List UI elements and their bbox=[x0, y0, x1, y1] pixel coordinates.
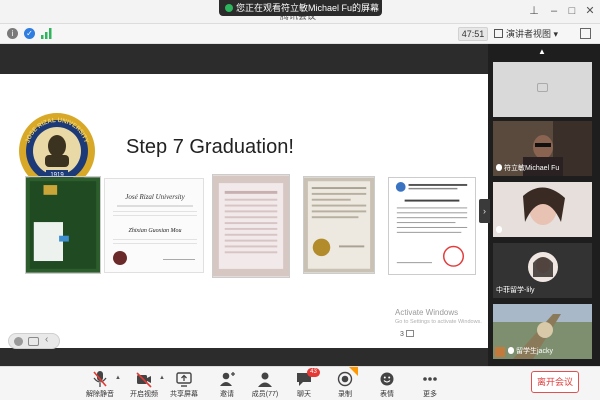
activation-watermark-text: Go to Settings to activate Windows. bbox=[395, 319, 482, 325]
participant-name: 符立敏Michael Fu bbox=[496, 163, 559, 173]
invite-icon bbox=[220, 372, 235, 386]
shared-screen-bottom-band bbox=[0, 348, 488, 366]
mic-icon bbox=[508, 347, 514, 354]
graduate-name: Zhixian Guoxian Mou bbox=[128, 228, 182, 234]
more-label: 更多 bbox=[423, 391, 437, 398]
participant-tile[interactable]: 符立敏Michael Fu bbox=[493, 121, 592, 176]
transcript-photo bbox=[212, 174, 290, 278]
fullscreen-icon[interactable] bbox=[580, 28, 591, 39]
view-label: 演讲者视图 bbox=[506, 29, 552, 39]
unmute-button[interactable]: 解除静音 bbox=[80, 367, 120, 400]
sidebar-collapse-icon[interactable]: ▲ bbox=[538, 47, 546, 56]
emoji-icon bbox=[380, 372, 394, 386]
audio-options-chevron-icon[interactable]: ▲ bbox=[115, 375, 121, 381]
degree-verification-report bbox=[388, 177, 476, 275]
participant-name: 留学生jacky bbox=[508, 346, 553, 356]
chat-unread-badge: 43 bbox=[307, 368, 320, 377]
leave-meeting-button[interactable]: 离开会议 bbox=[531, 371, 579, 393]
shield-icon[interactable]: ✓ bbox=[24, 28, 35, 39]
notes-icon bbox=[405, 330, 414, 337]
screenshot-icon[interactable] bbox=[28, 337, 39, 346]
more-button[interactable]: 更多 bbox=[410, 367, 450, 400]
share-status-icon bbox=[225, 4, 233, 12]
participant-video-feed bbox=[493, 182, 592, 237]
view-switch-button[interactable]: 演讲者视图 ▾ bbox=[494, 27, 558, 41]
annotate-icon[interactable] bbox=[14, 337, 23, 346]
diploma-certificate: José Rizal University Zhixian Guoxian Mo… bbox=[104, 178, 204, 273]
emoji-button[interactable]: 表情 bbox=[367, 367, 407, 400]
mic-icon bbox=[496, 226, 502, 233]
mic-muted-icon bbox=[93, 371, 107, 387]
share-screen-button[interactable]: 共享屏幕 bbox=[164, 367, 204, 400]
annotation-tool-pill[interactable]: ‹ bbox=[8, 333, 60, 349]
members-icon bbox=[258, 372, 272, 387]
mic-icon bbox=[496, 164, 502, 171]
participant-name bbox=[496, 226, 504, 234]
share-screen-icon bbox=[176, 372, 192, 387]
maximize-icon[interactable]: □ bbox=[566, 5, 578, 17]
record-button[interactable]: 录制 bbox=[325, 367, 365, 400]
meeting-toolbar: 解除静音 ▲ 开启视频 ▲ 共享屏幕 邀请 成员(77) 43 聊天 录制 表情… bbox=[0, 366, 600, 400]
screen-share-banner[interactable]: 您正在观看符立敏Michael Fu的屏幕 ··· bbox=[219, 0, 382, 16]
more-icon bbox=[423, 377, 437, 381]
authentication-document-photo bbox=[303, 176, 375, 274]
activation-watermark-title: Activate Windows bbox=[395, 308, 459, 317]
window-title-bar: 腾讯会议 您正在观看符立敏Michael Fu的屏幕 ··· ⊥ – □ ✕ bbox=[0, 0, 600, 24]
diploma-header: José Rizal University bbox=[125, 193, 185, 201]
minimize-icon[interactable]: – bbox=[548, 5, 560, 17]
page-indicator: 3 bbox=[400, 330, 414, 338]
camera-off-icon bbox=[537, 83, 548, 92]
meeting-timer: 47:51 bbox=[458, 27, 488, 41]
participant-tile[interactable] bbox=[493, 182, 592, 237]
share-banner-text: 您正在观看符立敏Michael Fu的屏幕 bbox=[236, 3, 380, 13]
participant-tile[interactable]: 留学生jacky bbox=[493, 304, 592, 359]
participant-name: 中菲留学-lily bbox=[496, 287, 535, 294]
participant-tile[interactable] bbox=[493, 62, 592, 117]
camera-off-icon bbox=[136, 372, 152, 388]
diploma-folder-photo bbox=[25, 176, 101, 274]
new-feature-corner-icon bbox=[349, 367, 358, 376]
more-icon[interactable]: ··· bbox=[367, 0, 376, 16]
participant-tile[interactable]: 中菲留学-lily bbox=[493, 243, 592, 298]
slide-title: Step 7 Graduation! bbox=[126, 136, 294, 158]
participant-thumb bbox=[495, 347, 505, 357]
chat-button[interactable]: 43 聊天 bbox=[284, 367, 324, 400]
signal-icon[interactable] bbox=[41, 28, 53, 39]
collapse-sidebar-button[interactable]: › bbox=[479, 199, 490, 223]
collapse-left-icon[interactable]: ‹ bbox=[45, 334, 48, 345]
page-number: 3 bbox=[400, 331, 404, 338]
diploma-seal-icon bbox=[113, 251, 127, 265]
presentation-slide: 1919 JOSE RIZAL UNIVERSITY Step 7 Gradua… bbox=[0, 74, 488, 348]
shared-screen-top-band bbox=[0, 44, 488, 74]
info-icon[interactable]: i bbox=[7, 28, 18, 39]
grid-icon bbox=[494, 29, 503, 38]
close-icon[interactable]: ✕ bbox=[584, 5, 596, 17]
meeting-info-bar: i ✓ 47:51 演讲者视图 ▾ bbox=[0, 24, 600, 44]
pin-icon[interactable]: ⊥ bbox=[528, 5, 540, 17]
